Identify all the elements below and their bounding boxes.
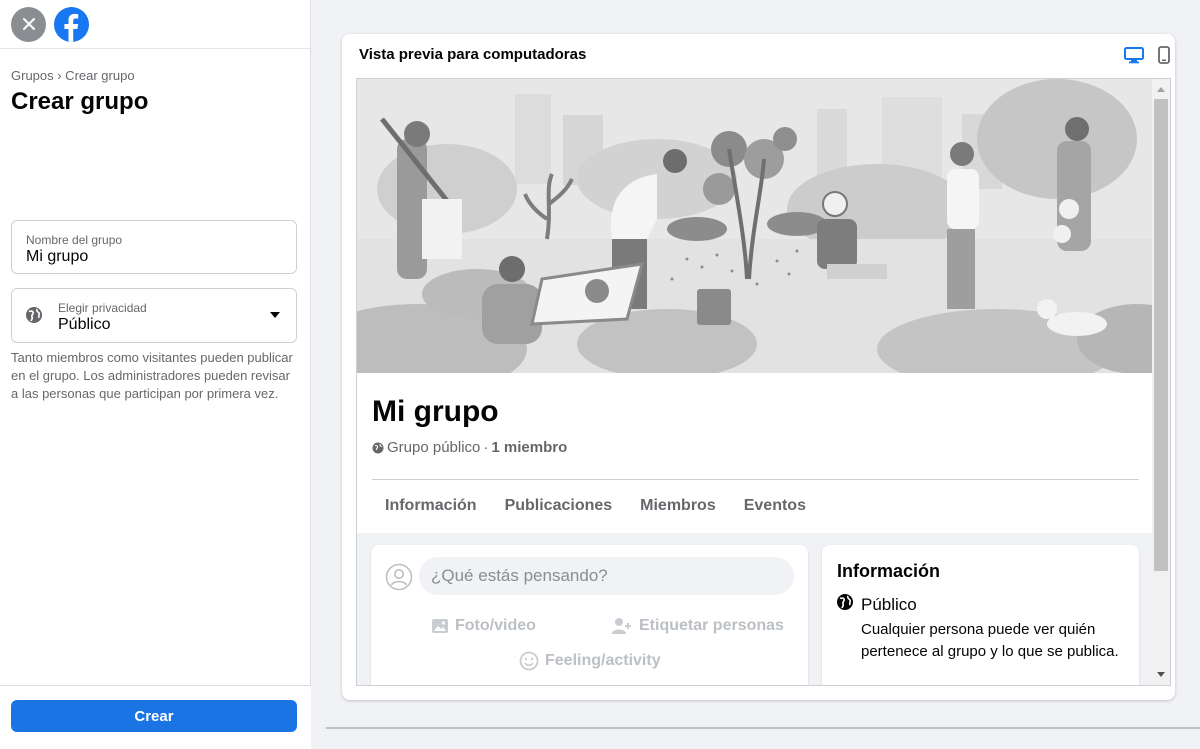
group-name: Mi grupo xyxy=(372,395,499,428)
mobile-icon[interactable] xyxy=(1157,46,1171,64)
divider xyxy=(372,479,1139,480)
group-name-field[interactable]: Nombre del grupo xyxy=(11,220,297,274)
photo-video-button[interactable]: Foto/video xyxy=(431,617,536,635)
desktop-icon[interactable] xyxy=(1124,46,1144,64)
tag-people-icon xyxy=(612,618,631,634)
sidebar-footer: Crear xyxy=(0,685,311,749)
create-button[interactable]: Crear xyxy=(11,700,297,732)
feeling-activity-button[interactable]: Feeling/activity xyxy=(519,651,661,671)
community-garden-illustration xyxy=(357,79,1153,373)
tab-informacion[interactable]: Información xyxy=(385,497,477,515)
tab-eventos[interactable]: Eventos xyxy=(744,497,806,515)
close-button[interactable] xyxy=(11,6,46,42)
privacy-label: Elegir privacidad xyxy=(58,301,147,315)
globe-icon xyxy=(837,594,853,610)
tag-people-label: Etiquetar personas xyxy=(639,617,784,634)
facebook-f-icon xyxy=(64,13,79,42)
privacy-description: Cualquier persona puede ver quién perten… xyxy=(861,621,1119,660)
create-group-sidebar: Grupos › Crear grupo Crear grupo Nombre … xyxy=(0,0,311,749)
privacy-title: Público xyxy=(861,595,917,614)
tab-publicaciones[interactable]: Publicaciones xyxy=(505,497,613,515)
group-header: Mi grupo Grupo público · 1 miembro Infor… xyxy=(357,373,1153,533)
feeling-label: Feeling/activity xyxy=(545,652,661,669)
group-name-input[interactable] xyxy=(26,248,276,266)
breadcrumb[interactable]: Grupos › Crear grupo xyxy=(11,68,135,83)
dropdown-caret-icon xyxy=(270,312,280,318)
scroll-thumb[interactable] xyxy=(1154,99,1168,571)
group-tabs: Información Publicaciones Miembros Event… xyxy=(385,497,806,515)
scroll-down-icon[interactable] xyxy=(1157,672,1165,677)
tab-miembros[interactable]: Miembros xyxy=(640,497,716,515)
preview-title: Vista previa para computadoras xyxy=(359,46,587,63)
close-icon xyxy=(22,18,35,30)
cover-photo xyxy=(357,79,1153,373)
privacy-select[interactable]: Elegir privacidad Público xyxy=(11,288,297,343)
page-title: Crear grupo xyxy=(11,88,149,115)
facebook-logo[interactable] xyxy=(54,6,89,42)
globe-icon xyxy=(26,307,42,323)
group-meta: Grupo público · 1 miembro xyxy=(372,439,567,456)
tag-people-button[interactable]: Etiquetar personas xyxy=(611,617,784,635)
about-heading: Información xyxy=(837,561,941,581)
scroll-up-icon[interactable] xyxy=(1157,87,1165,92)
desktop-preview-card: Vista previa para computadoras Mi grupo … xyxy=(342,34,1175,700)
post-input[interactable]: ¿Qué estás pensando? xyxy=(419,557,794,595)
privacy-value: Público xyxy=(58,316,111,333)
globe-icon xyxy=(372,442,384,453)
feeling-icon xyxy=(519,651,539,671)
meta-separator: · xyxy=(483,439,489,456)
privacy-help-text: Tanto miembros como visitantes pueden pu… xyxy=(11,350,293,401)
member-count[interactable]: 1 miembro xyxy=(491,439,567,456)
page-divider xyxy=(326,727,1200,729)
preview-frame: Mi grupo Grupo público · 1 miembro Infor… xyxy=(356,78,1171,686)
group-type: Grupo público xyxy=(387,439,481,456)
post-composer: ¿Qué estás pensando? Foto/video Etiqueta… xyxy=(371,545,808,685)
avatar-icon xyxy=(385,563,413,591)
preview-scrollbar[interactable] xyxy=(1152,79,1170,685)
group-name-label: Nombre del grupo xyxy=(26,233,123,247)
photo-icon xyxy=(432,619,448,633)
photo-video-label: Foto/video xyxy=(455,617,536,634)
about-card: Información Público Cualquier persona pu… xyxy=(822,545,1139,685)
sidebar-topbar xyxy=(0,0,310,49)
